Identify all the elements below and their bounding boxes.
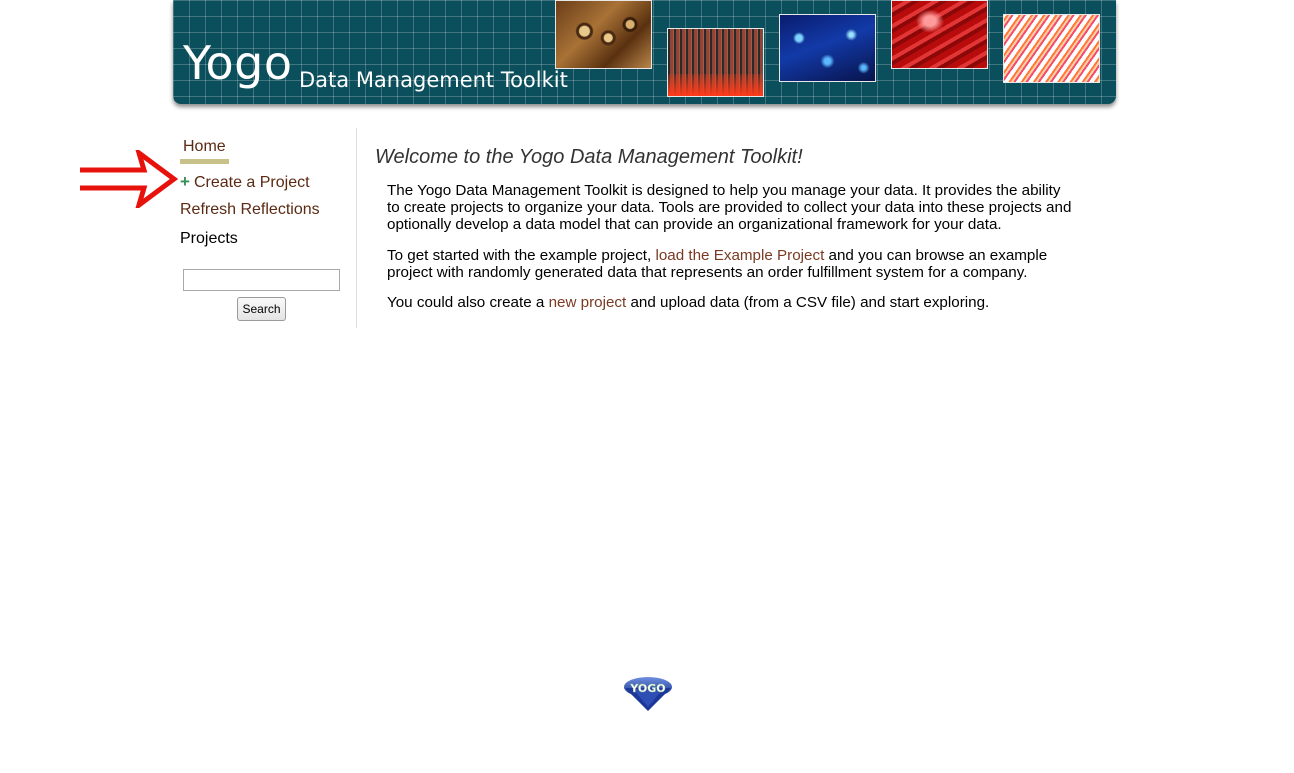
load-example-project-link[interactable]: load the Example Project (655, 247, 824, 264)
paragraph-text: and upload data (from a CSV file) and st… (626, 294, 990, 312)
paragraph-text: You could also create a (387, 294, 549, 312)
footer-logo-text: YOGO (629, 682, 665, 695)
new-project-paragraph: You could also create a new project and … (387, 294, 1077, 311)
plus-icon: + (180, 172, 190, 191)
fiber-optics-thumbnail (1003, 14, 1100, 83)
red-cells-thumbnail (891, 0, 988, 69)
getting-started-paragraph: To get started with the example project,… (387, 247, 1077, 281)
circuit-board-thumbnail (779, 14, 876, 82)
search-button[interactable]: Search (237, 297, 286, 321)
sidebar: Home + Create a Project Refresh Reflectio… (176, 128, 357, 328)
sidebar-item-label: Create a Project (193, 174, 310, 191)
yogo-footer-logo: YOGO (624, 677, 672, 711)
sidebar-item-home[interactable]: Home (180, 138, 229, 164)
projects-heading: Projects (180, 230, 238, 247)
paragraph-text: To get started with the example project, (387, 246, 656, 264)
sidebar-item-refresh-reflections[interactable]: Refresh Reflections (180, 201, 320, 219)
search-input[interactable] (183, 269, 340, 291)
yogo-logo[interactable]: Yogo (183, 40, 292, 86)
page-title: Welcome to the Yogo Data Management Tool… (375, 146, 803, 168)
red-arrow-icon (80, 150, 178, 208)
banner-subtitle: Data Management Toolkit (299, 68, 568, 92)
new-project-link[interactable]: new project (549, 294, 627, 311)
butterfly-wing-thumbnail (555, 0, 652, 69)
intro-paragraph: The Yogo Data Management Toolkit is desi… (387, 182, 1072, 234)
header-banner: Yogo Data Management Toolkit (173, 0, 1116, 104)
spectrum-thumbnail (667, 28, 764, 97)
main-content: The Yogo Data Management Toolkit is desi… (387, 182, 1077, 324)
sidebar-item-create-project[interactable]: + Create a Project (180, 172, 310, 192)
